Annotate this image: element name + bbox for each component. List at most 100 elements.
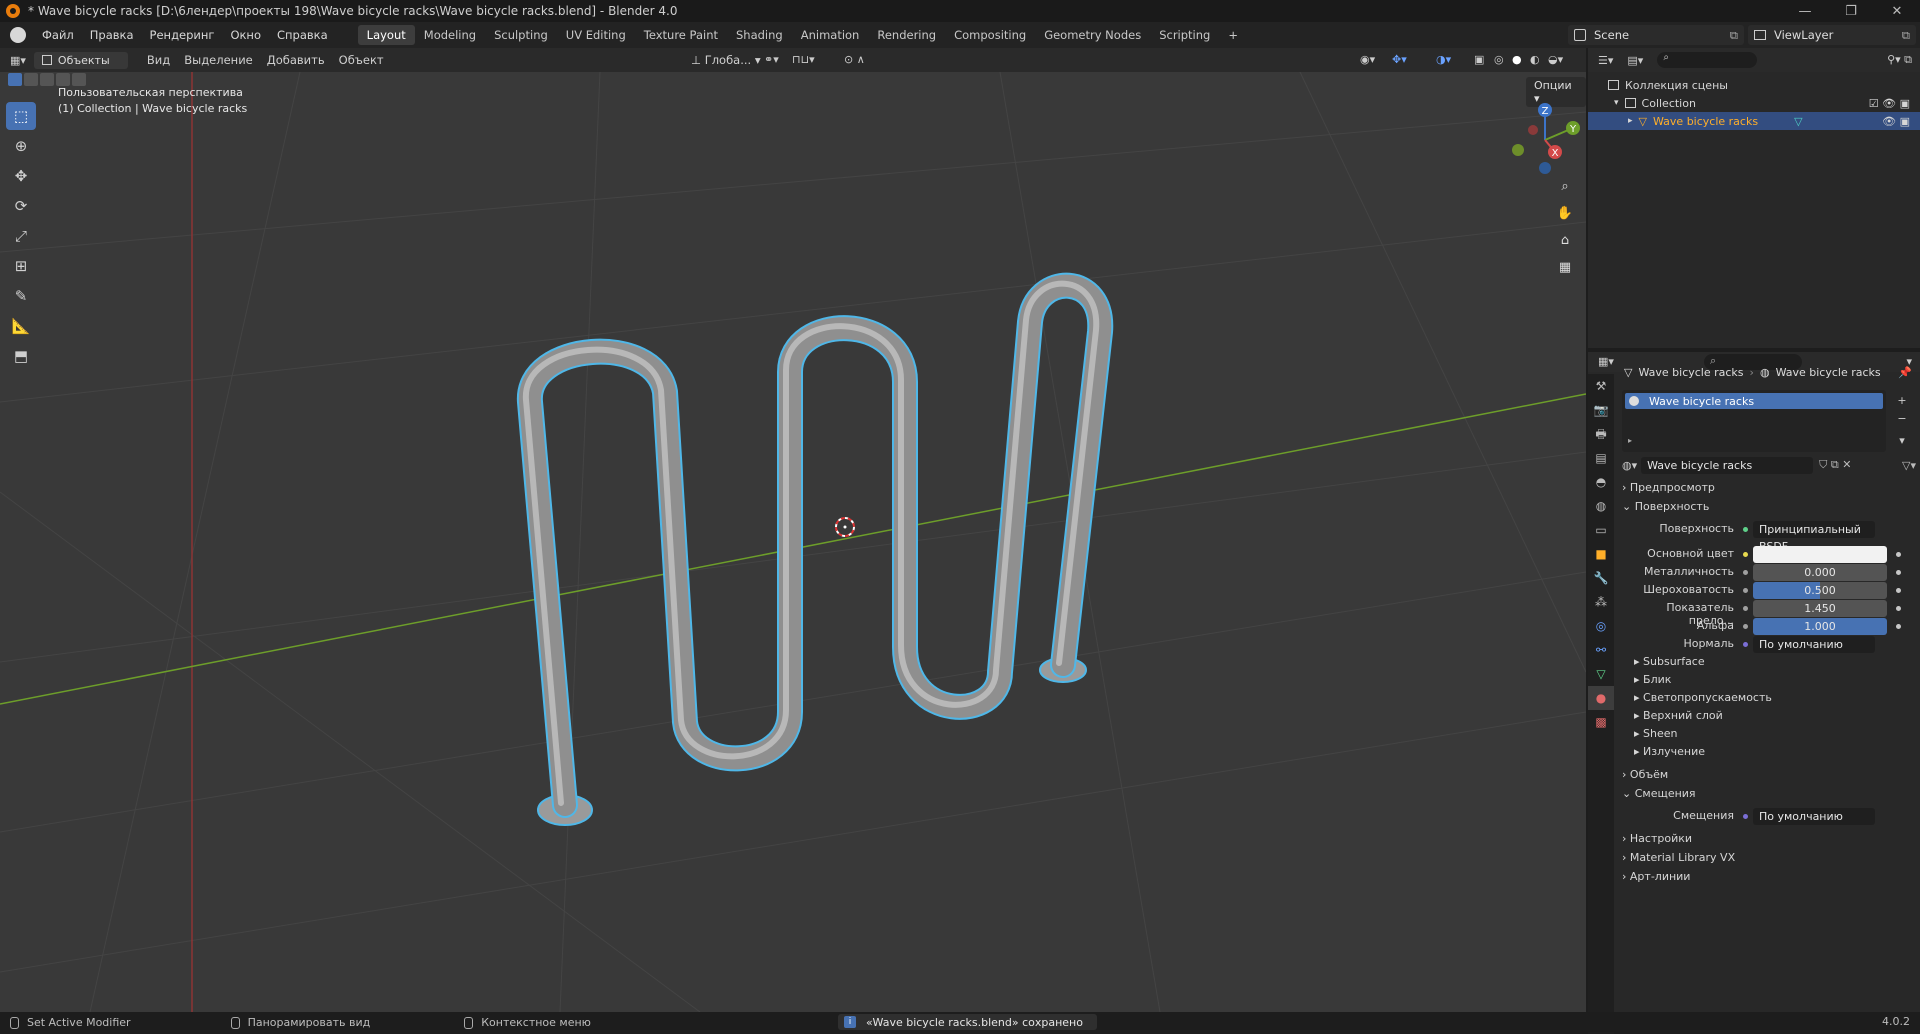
gizmo-neg-x-axis[interactable]	[1528, 125, 1538, 135]
world-tab-icon[interactable]: ◍	[1588, 494, 1614, 518]
visibility-icon[interactable]: ◉▾	[1360, 53, 1375, 66]
scale-tool-icon[interactable]: ⤢	[6, 222, 36, 250]
displacement-panel-header[interactable]: ⌄ Смещения	[1622, 787, 1696, 800]
metallic-socket-icon[interactable]	[1743, 570, 1748, 575]
snap-icon[interactable]: ⊓⊔▾	[792, 53, 815, 66]
xray-icon[interactable]: ▣	[1474, 53, 1484, 66]
solid-shading-icon[interactable]: ●	[1512, 53, 1522, 66]
material-filter-icon[interactable]: ▽▾	[1902, 459, 1916, 472]
visibility-eye-icon[interactable]: 👁 ▣	[1882, 115, 1910, 128]
surface-shader-dropdown[interactable]: Принципиальный BSDF	[1753, 521, 1875, 553]
navigation-gizmo[interactable]: Z Y X	[1500, 98, 1580, 178]
normal-socket-icon[interactable]	[1743, 642, 1748, 647]
tab-modeling[interactable]: Modeling	[415, 25, 485, 45]
menu-file[interactable]: Файл	[34, 28, 82, 42]
select-subtract-icon[interactable]	[40, 73, 54, 86]
roughness-field[interactable]: 0.500	[1753, 582, 1887, 599]
color-socket-icon[interactable]	[1743, 552, 1748, 557]
gizmo-neg-y-axis[interactable]	[1512, 144, 1524, 156]
keyframe-dot[interactable]	[1896, 570, 1901, 575]
tab-compositing[interactable]: Compositing	[945, 25, 1035, 45]
keyframe-dot[interactable]	[1896, 624, 1901, 629]
outliner-search-input[interactable]: ⌕	[1657, 52, 1758, 68]
keyframe-dot[interactable]	[1896, 588, 1901, 593]
collection-row[interactable]: ▾ Collection ☑ 👁 ▣	[1588, 94, 1920, 112]
tab-layout[interactable]: Layout	[357, 25, 415, 45]
keyframe-dot[interactable]	[1896, 606, 1901, 611]
close-button[interactable]: ✕	[1874, 0, 1920, 22]
gizmo-toggle-icon[interactable]: ✥▾	[1392, 53, 1407, 66]
tab-geometry-nodes[interactable]: Geometry Nodes	[1035, 25, 1150, 45]
rendered-shading-icon[interactable]: ◒▾	[1548, 53, 1563, 66]
add-cube-tool-icon[interactable]: ⬒	[6, 342, 36, 370]
maximize-button[interactable]: ❐	[1828, 0, 1874, 22]
material-slot-list[interactable]: Wave bicycle racks ▸	[1622, 390, 1886, 452]
material-name-field[interactable]: Wave bicycle racks	[1641, 456, 1814, 474]
shader-socket-icon[interactable]	[1743, 527, 1748, 532]
select-intersect-icon[interactable]	[72, 73, 86, 86]
rotate-tool-icon[interactable]: ⟳	[6, 192, 36, 220]
metallic-field[interactable]: 0.000	[1753, 564, 1887, 581]
tab-scripting[interactable]: Scripting	[1150, 25, 1219, 45]
sheen-subpanel[interactable]: ▸ Sheen	[1634, 727, 1678, 740]
fake-user-icon[interactable]: ⛉ ⧉ ✕	[1819, 458, 1851, 472]
minimize-button[interactable]: —	[1782, 0, 1828, 22]
transform-tool-icon[interactable]: ⊞	[6, 252, 36, 280]
surface-panel-header[interactable]: ⌄ Поверхность	[1622, 500, 1709, 513]
data-tab-icon[interactable]: ▽	[1588, 662, 1614, 686]
ior-socket-icon[interactable]	[1743, 606, 1748, 611]
add-slot-button[interactable]: +	[1894, 392, 1910, 410]
displacement-socket-icon[interactable]	[1743, 814, 1748, 819]
displacement-dropdown[interactable]: По умолчанию	[1753, 808, 1875, 825]
interaction-mode-dropdown[interactable]: Объекты	[33, 51, 128, 69]
material-library-panel-header[interactable]: › Material Library VX	[1622, 851, 1735, 864]
filter-icon[interactable]: ⚲▾ ⧉	[1887, 53, 1912, 67]
volume-panel-header[interactable]: › Объём	[1622, 768, 1668, 781]
annotate-tool-icon[interactable]: ✎	[6, 282, 36, 310]
ortho-toggle-icon[interactable]: ▦	[1553, 255, 1577, 279]
roughness-socket-icon[interactable]	[1743, 588, 1748, 593]
overlay-toggle-icon[interactable]: ◑▾	[1436, 53, 1451, 66]
particles-tab-icon[interactable]: ⁂	[1588, 590, 1614, 614]
pan-hand-icon[interactable]: ✋	[1553, 201, 1577, 225]
base-color-swatch[interactable]	[1753, 546, 1887, 563]
alpha-socket-icon[interactable]	[1743, 624, 1748, 629]
pin-icon[interactable]: 📌	[1898, 366, 1912, 379]
subsurface-subpanel[interactable]: ▸ Subsurface	[1634, 655, 1705, 668]
material-shading-icon[interactable]: ◐	[1530, 53, 1540, 66]
texture-tab-icon[interactable]: ▩	[1588, 710, 1614, 734]
alpha-field[interactable]: 1.000	[1753, 618, 1887, 635]
settings-panel-header[interactable]: › Настройки	[1622, 832, 1692, 845]
cursor-tool-icon[interactable]: ⊕	[6, 132, 36, 160]
output-tab-icon[interactable]: 🖶	[1588, 422, 1614, 446]
measure-tool-icon[interactable]: 📐	[6, 312, 36, 340]
menu-window[interactable]: Окно	[222, 28, 269, 42]
select-invert-icon[interactable]	[56, 73, 70, 86]
preview-panel-header[interactable]: › Предпросмотр	[1622, 481, 1715, 494]
constraints-tab-icon[interactable]: ⚯	[1588, 638, 1614, 662]
specular-subpanel[interactable]: ▸ Блик	[1634, 673, 1671, 686]
tab-rendering[interactable]: Rendering	[868, 25, 945, 45]
scene-collection-row[interactable]: Коллекция сцены	[1588, 76, 1920, 94]
new-view-layer-icon[interactable]: ⧉	[1902, 28, 1910, 43]
menu-help[interactable]: Справка	[269, 28, 336, 42]
view-layer-tab-icon[interactable]: ▤	[1588, 446, 1614, 470]
emission-subpanel[interactable]: ▸ Излучение	[1634, 745, 1705, 758]
properties-editor-type-icon[interactable]: ▦▾	[1598, 355, 1614, 368]
exclude-checkbox[interactable]: ☑ 👁 ▣	[1869, 97, 1910, 110]
tool-tab-icon[interactable]: ⚒	[1588, 374, 1614, 398]
blender-menu-icon[interactable]	[10, 27, 26, 43]
normal-dropdown[interactable]: По умолчанию	[1753, 636, 1875, 653]
editor-type-icon[interactable]: ▦▾	[10, 54, 26, 67]
menu-view[interactable]: Вид	[140, 53, 177, 67]
3d-viewport[interactable]: Пользовательская перспектива (1) Collect…	[0, 72, 1586, 1012]
scene-selector[interactable]: Scene ⧉	[1568, 25, 1744, 45]
remove-slot-button[interactable]: −	[1894, 410, 1910, 428]
display-mode-icon[interactable]: ▤▾	[1627, 54, 1643, 67]
lineart-panel-header[interactable]: › Арт-линии	[1622, 870, 1690, 883]
select-box-tool-icon[interactable]: ⬚	[6, 102, 36, 130]
transmission-subpanel[interactable]: ▸ Светопропускаемость	[1634, 691, 1772, 704]
select-extend-icon[interactable]	[24, 73, 38, 86]
3d-cursor[interactable]	[835, 517, 855, 537]
outliner-editor-type-icon[interactable]: ☰▾	[1598, 54, 1613, 67]
